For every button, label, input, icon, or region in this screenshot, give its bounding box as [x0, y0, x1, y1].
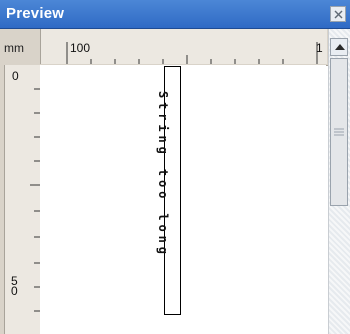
horizontal-ruler-label-end: 1	[316, 41, 323, 55]
close-icon	[334, 10, 343, 19]
preview-text-box[interactable]: String too long	[156, 66, 181, 315]
horizontal-ruler-label-100: 100	[70, 41, 91, 55]
ruler-unit-label: mm	[4, 41, 24, 55]
vertical-ruler-strip	[4, 65, 40, 334]
close-button[interactable]	[330, 6, 346, 22]
preview-text: String too long	[156, 91, 170, 258]
vertical-ruler-label-5: 5 0	[11, 274, 18, 298]
scrollbar-grip-icon	[334, 128, 344, 136]
horizontal-ruler: mm 100 1	[0, 29, 328, 66]
preview-canvas: String too long	[40, 65, 326, 334]
scroll-up-button[interactable]	[330, 38, 348, 56]
vertical-ruler-label-0: 0	[12, 69, 19, 83]
scrollbar-thumb[interactable]	[330, 58, 348, 206]
vertical-ruler: 0 5 0	[0, 65, 41, 334]
window-title-bar: Preview	[0, 0, 350, 29]
vertical-scrollbar[interactable]	[328, 29, 350, 334]
up-arrow-icon	[335, 44, 345, 50]
window-title: Preview	[6, 5, 65, 22]
